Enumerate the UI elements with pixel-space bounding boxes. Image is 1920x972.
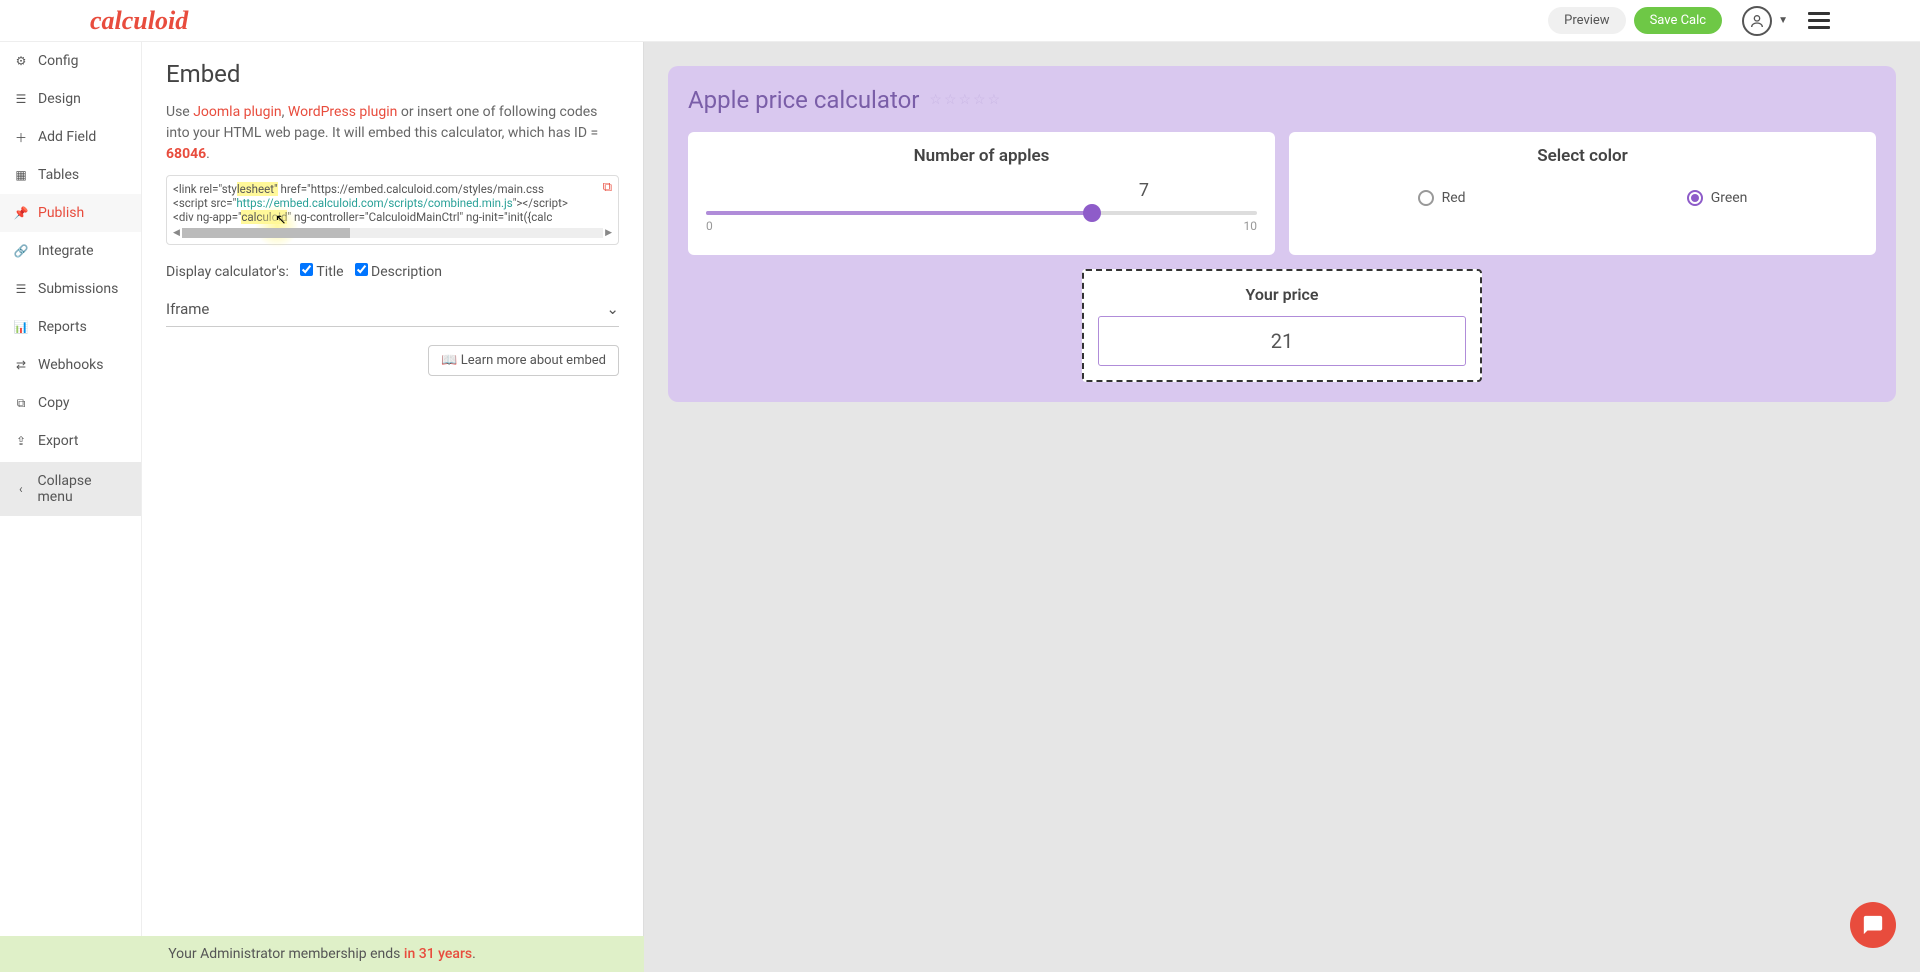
code-scrollbar[interactable]: ◀ ▶ (173, 228, 612, 238)
chevron-down-icon: ⌄ (606, 300, 619, 318)
price-card[interactable]: Your price 21 (1082, 269, 1482, 382)
sidebar-label: Webhooks (38, 357, 104, 373)
sidebar-label: Submissions (38, 281, 118, 297)
display-options: Display calculator's: Title Description (166, 263, 619, 280)
sidebar-item-config[interactable]: ⚙ Config (0, 42, 141, 80)
apples-value: 7 (706, 180, 1257, 201)
user-dropdown-caret[interactable]: ▼ (1778, 15, 1788, 26)
calculator-title: Apple price calculator (688, 86, 919, 114)
embed-code-box[interactable]: ⧉ <link rel="stylesheet" href="https://e… (166, 175, 619, 245)
wordpress-link[interactable]: WordPress plugin (288, 104, 397, 120)
slider-thumb[interactable] (1083, 204, 1101, 222)
sidebar-item-reports[interactable]: 📊 Reports (0, 308, 141, 346)
radio-red[interactable]: Red (1418, 190, 1466, 206)
embed-panel: Embed Use Joomla plugin, WordPress plugi… (142, 42, 644, 972)
price-label: Your price (1098, 285, 1466, 304)
sidebar-item-tables[interactable]: ▦ Tables (0, 156, 141, 194)
embed-title: Embed (166, 60, 619, 88)
iframe-accordion[interactable]: Iframe ⌄ (166, 300, 619, 327)
sidebar-item-integrate[interactable]: 🔗 Integrate (0, 232, 141, 270)
connect-icon: ⇄ (14, 358, 28, 372)
sidebar-label: Collapse menu (38, 473, 127, 505)
slider-max: 10 (1244, 219, 1258, 233)
embed-code-content: <link rel="stylesheet" href="https://emb… (173, 182, 612, 224)
description-checkbox[interactable] (355, 263, 368, 276)
title-checkbox-label: Title (316, 264, 343, 280)
gear-icon: ⚙ (14, 54, 28, 68)
list-icon: ☰ (14, 282, 28, 296)
radio-icon (1687, 190, 1703, 206)
title-checkbox[interactable] (300, 263, 313, 276)
radio-icon (1418, 190, 1434, 206)
sidebar: ⚙ Config ☰ Design ＋ Add Field ▦ Tables 📌 Publ… (0, 42, 142, 972)
description-checkbox-label: Description (371, 264, 442, 280)
membership-footer: Your Administrator membership ends in 31… (0, 936, 644, 972)
sliders-icon: ☰ (14, 92, 28, 106)
sidebar-label: Integrate (38, 243, 94, 259)
apples-card: Number of apples 7 0 10 (688, 132, 1275, 255)
sidebar-item-publish[interactable]: 📌 Publish (0, 194, 141, 232)
sidebar-item-webhooks[interactable]: ⇄ Webhooks (0, 346, 141, 384)
sidebar-label: Design (38, 91, 81, 107)
sidebar-item-design[interactable]: ☰ Design (0, 80, 141, 118)
copy-code-icon[interactable]: ⧉ (603, 180, 612, 195)
sidebar-item-copy[interactable]: ⧉ Copy (0, 384, 141, 422)
chat-button[interactable] (1850, 902, 1896, 948)
iframe-label: Iframe (166, 300, 209, 318)
table-icon: ▦ (14, 168, 28, 182)
sidebar-label: Reports (38, 319, 87, 335)
sidebar-collapse[interactable]: ‹ Collapse menu (0, 462, 141, 516)
price-value: 21 (1098, 316, 1466, 366)
preview-button[interactable]: Preview (1548, 7, 1625, 34)
user-avatar[interactable] (1742, 6, 1772, 36)
book-icon: 📖 (441, 353, 457, 368)
rating-stars[interactable]: ☆☆☆☆☆ (929, 92, 1002, 108)
pin-icon: 📌 (14, 206, 28, 220)
sidebar-item-submissions[interactable]: ☰ Submissions (0, 270, 141, 308)
link-icon: 🔗 (14, 244, 28, 258)
sidebar-item-export[interactable]: ⇪ Export (0, 422, 141, 460)
sidebar-label: Export (38, 433, 78, 449)
export-icon: ⇪ (14, 434, 28, 448)
sidebar-label: Add Field (38, 129, 96, 145)
sidebar-label: Copy (38, 395, 70, 411)
sidebar-item-add-field[interactable]: ＋ Add Field (0, 118, 141, 156)
display-label: Display calculator's: (166, 264, 289, 280)
calculator-id: 68046 (166, 146, 206, 162)
color-card: Select color Red Green (1289, 132, 1876, 255)
color-label: Select color (1307, 146, 1858, 166)
chat-icon (1862, 914, 1884, 936)
sidebar-label: Publish (38, 205, 84, 221)
radio-red-label: Red (1442, 190, 1466, 206)
menu-button[interactable] (1808, 12, 1830, 29)
radio-green[interactable]: Green (1687, 190, 1748, 206)
chevron-left-icon: ‹ (14, 482, 28, 496)
save-calc-button[interactable]: Save Calc (1634, 7, 1723, 34)
learn-more-button[interactable]: 📖 Learn more about embed (428, 345, 619, 376)
sidebar-label: Tables (38, 167, 79, 183)
plus-icon: ＋ (14, 130, 28, 144)
joomla-link[interactable]: Joomla plugin (193, 104, 281, 120)
logo[interactable]: calculoid (90, 6, 188, 36)
radio-green-label: Green (1711, 190, 1748, 206)
embed-description: Use Joomla plugin, WordPress plugin or i… (166, 102, 619, 165)
apples-label: Number of apples (706, 146, 1257, 166)
sidebar-label: Config (38, 53, 78, 69)
apples-slider[interactable] (706, 211, 1257, 215)
calculator-preview: Apple price calculator ☆☆☆☆☆ Number of a… (644, 42, 1920, 972)
chart-icon: 📊 (14, 320, 28, 334)
user-icon (1749, 13, 1765, 29)
slider-min: 0 (706, 219, 713, 233)
copy-icon: ⧉ (14, 396, 28, 410)
